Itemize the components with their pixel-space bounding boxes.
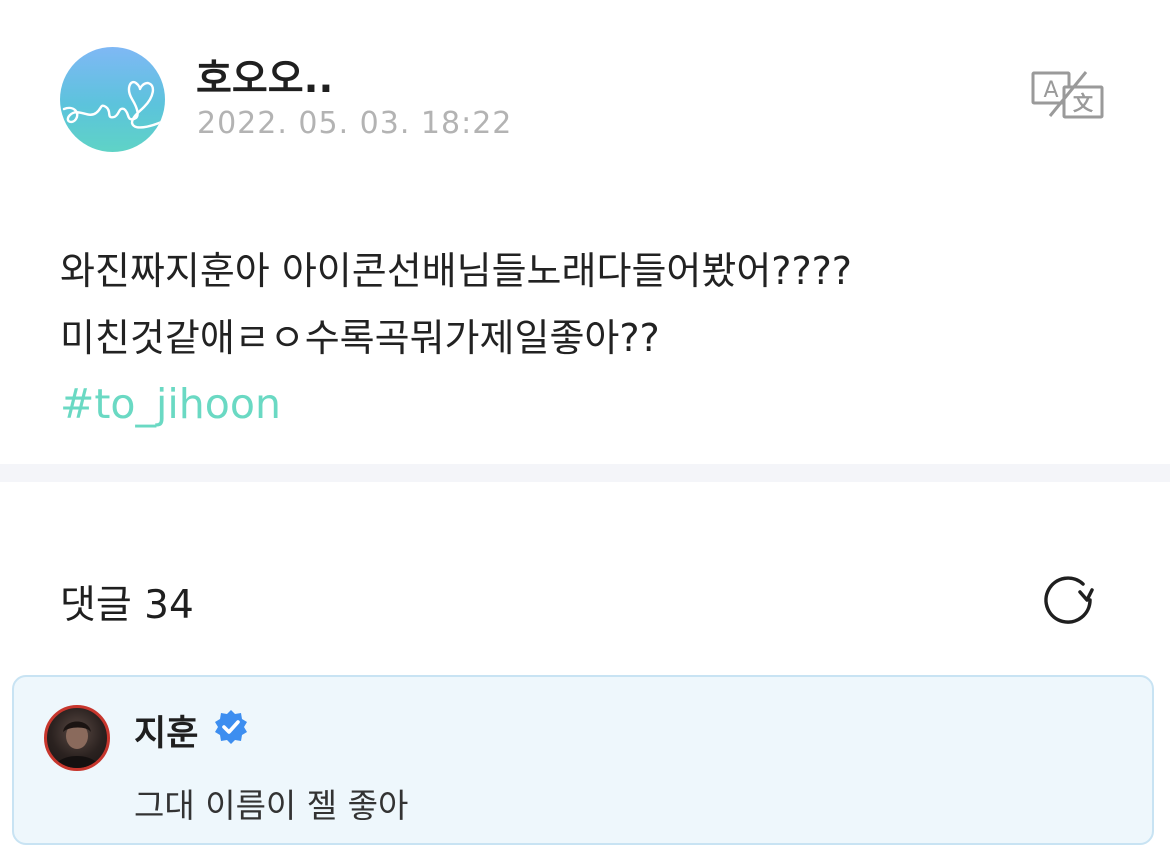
post-body-line: 미친것같애ㄹㅇ수록곡뭐가제일좋아?? <box>60 316 660 360</box>
translate-button[interactable]: A 文 <box>1030 70 1106 120</box>
comment-text: 그대 이름이 젤 좋아 <box>134 786 409 825</box>
comment-author-name[interactable]: 지훈 <box>134 705 198 756</box>
svg-text:A: A <box>1043 78 1058 103</box>
post-body-line: 와진짜지훈아 아이콘선배님들노래다들어봤어???? <box>60 249 852 293</box>
svg-text:文: 文 <box>1073 91 1094 115</box>
heart-line-icon <box>62 80 165 129</box>
translate-icon: A 文 <box>1031 71 1104 119</box>
refresh-button[interactable] <box>1038 570 1098 630</box>
hashtag-link[interactable]: #to_jihoon <box>60 380 281 428</box>
comments-count-title: 댓글 34 <box>60 583 194 628</box>
post-timestamp: 2022. 05. 03. 18:22 <box>197 106 513 141</box>
section-divider <box>0 464 1170 482</box>
refresh-icon <box>1044 576 1094 624</box>
avatar-photo <box>55 721 99 768</box>
verified-badge-icon <box>215 710 247 744</box>
post-detail-screen: 호오오.. 2022. 05. 03. 18:22 A 文 와진짜지훈아 아이콘… <box>0 0 1170 864</box>
author-avatar[interactable] <box>60 47 165 152</box>
post-body: 와진짜지훈아 아이콘선배님들노래다들어봤어???? 미친것같애ㄹㅇ수록곡뭐가제일… <box>60 238 852 372</box>
author-name[interactable]: 호오오.. <box>196 48 333 104</box>
commenter-avatar[interactable] <box>44 705 110 771</box>
comment-item[interactable]: 지훈 그대 이름이 젤 좋아 <box>12 675 1154 845</box>
